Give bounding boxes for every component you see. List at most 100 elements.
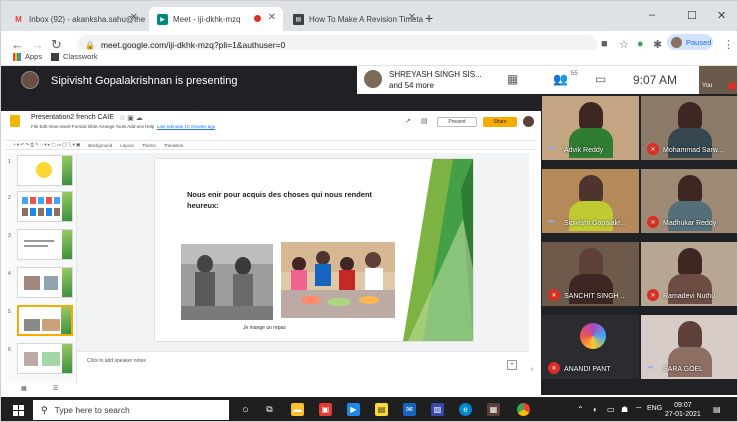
participant-tile[interactable]: ✕ SANCHIT SINGH ... — [542, 242, 639, 306]
emoji-icon — [36, 162, 52, 178]
participant-tile[interactable]: ••• SARA GOEL — [641, 315, 737, 379]
language-indicator[interactable]: ENG — [647, 405, 662, 412]
network-icon[interactable]: ⌔ — [635, 405, 643, 415]
speaker-notes[interactable]: Click to add speaker notes + — [77, 351, 529, 383]
slides-menu-bar: File Edit View Insert Format Slide Arran… — [31, 124, 215, 129]
activity-icon[interactable]: ↗ — [405, 117, 411, 125]
more-participants: and 54 more — [389, 81, 434, 90]
tray-chevron-icon[interactable]: ⌃ — [577, 405, 584, 414]
taskbar-clock[interactable]: 09:07 27-01-2021 — [665, 401, 701, 419]
bookmark-apps[interactable]: Apps — [13, 52, 42, 61]
document-title[interactable]: Presentation2 french CAIE — [31, 114, 114, 121]
participant-tile[interactable]: ✕ Mohammad Sarw... — [641, 96, 737, 160]
participant-name: ANANDI PANT — [564, 366, 611, 373]
photos-icon[interactable]: ▨ — [431, 403, 444, 416]
featured-participant-name: SHREYASH SINGH SIS... — [389, 70, 482, 79]
participant-tile[interactable]: ✕ ANANDI PANT — [542, 315, 639, 379]
mail-icon[interactable]: ✉ — [403, 403, 416, 416]
battery-icon[interactable]: ▭ — [607, 405, 615, 414]
view-toggle[interactable]: ▦ ☰ — [5, 383, 77, 395]
taskbar-search-box[interactable]: ⚲ Type here to search — [33, 400, 229, 420]
tab-revision-timetable[interactable]: ▤ How To Make A Revision Timetal ✕ — [285, 7, 423, 31]
participant-count: 55 — [571, 71, 578, 77]
tab-meet[interactable]: ▶ Meet - iji-dkhk-mzq ✕ — [149, 7, 283, 31]
slide-caption: Je mange un repas — [243, 325, 286, 331]
slides-header: Presentation2 french CAIE ☆ ▣ ☁ File Edi… — [1, 111, 541, 129]
people-icon[interactable]: 👥 — [553, 72, 568, 86]
share-button[interactable]: Share — [483, 117, 517, 127]
participant-tile[interactable]: ✕ Madhukar Reddy — [641, 169, 737, 233]
camera-icon[interactable]: ■ — [601, 38, 608, 50]
sticky-notes-icon[interactable]: ▤ — [375, 403, 388, 416]
self-view-tile[interactable]: You — [699, 66, 737, 94]
close-tab-icon[interactable]: ✕ — [408, 12, 416, 23]
minimize-button[interactable]: – — [649, 9, 655, 21]
tab-gmail-inbox[interactable]: M Inbox (92) - akanksha.sahu@the ✕ — [5, 7, 145, 31]
profile-paused-button[interactable]: Paused — [667, 34, 713, 50]
collapse-arrow-icon[interactable]: ‹ — [531, 366, 533, 373]
speaker-notes-placeholder: Click to add speaker notes — [87, 358, 146, 364]
file-explorer-icon[interactable]: ▬ — [291, 403, 304, 416]
participant-tile[interactable]: ✕ Ramadevi Nuthu — [641, 242, 737, 306]
browser-tab-strip: M Inbox (92) - akanksha.sahu@the ✕ ▶ Mee… — [1, 1, 737, 31]
slide-thumbnail[interactable] — [17, 191, 73, 222]
menu-items[interactable]: File Edit View Insert Format Slide Arran… — [31, 124, 154, 129]
presenting-text: Sipivisht Gopalakrishnan is presenting — [51, 75, 238, 87]
toolbar-icons[interactable]: + ▾ ↶ ↷ ⎙ ✎ ◌ ▾ ▸ ▢ ▭ ◯ ╲ ▾ ▣ — [13, 142, 80, 148]
edge-icon[interactable]: e — [459, 403, 472, 416]
chrome-icon[interactable] — [517, 403, 530, 416]
slide-thumbnail[interactable] — [17, 267, 73, 298]
participant-tile[interactable]: ••• Advik Reddy — [542, 96, 639, 160]
participant-face — [578, 102, 603, 130]
task-view-icon[interactable]: ⧉ — [263, 403, 276, 416]
extension-icon[interactable]: ● — [637, 38, 644, 50]
participant-name: SARA GOEL — [663, 366, 704, 373]
notifications-icon[interactable]: ▤ — [713, 405, 721, 414]
slide-filmstrip: 1 2 3 4 5 6 — [5, 153, 77, 383]
expand-explore-icon[interactable]: + — [507, 360, 517, 370]
toolbar-background[interactable]: Background — [88, 143, 112, 148]
new-tab-button[interactable]: + — [425, 10, 433, 26]
current-slide[interactable]: Nous enir pour acquis des choses qui nou… — [155, 159, 473, 341]
thumb-art — [24, 352, 38, 366]
tray-app-icon[interactable]: ◐ — [593, 405, 598, 414]
people-tray-icon[interactable]: ☗ — [621, 405, 628, 414]
grid-view-icon[interactable]: ▦ — [21, 385, 27, 392]
store-icon[interactable]: ▦ — [487, 403, 500, 416]
meet-stage: Sipivisht Gopalakrishnan is presenting S… — [1, 66, 737, 395]
toolbar-layout[interactable]: Layout — [120, 143, 134, 148]
office-icon[interactable]: ▣ — [319, 403, 332, 416]
participant-avatar — [580, 323, 606, 349]
mic-off-icon: ✕ — [647, 289, 659, 301]
windows-start-icon[interactable] — [13, 405, 24, 416]
comments-icon[interactable]: ▤ — [421, 117, 428, 125]
gmail-icon: M — [15, 14, 22, 24]
slide-thumbnail-selected[interactable] — [17, 305, 73, 336]
list-view-icon[interactable]: ☰ — [53, 385, 58, 392]
cortana-icon[interactable]: ○ — [239, 403, 252, 416]
slide-thumbnail[interactable] — [17, 229, 73, 260]
bookmark-classwork[interactable]: Classwork — [51, 52, 98, 61]
participant-face — [578, 248, 603, 276]
star-icon[interactable]: ☆ ▣ ☁ — [119, 114, 143, 122]
slide-body-text: Nous enir pour acquis des choses qui nou… — [187, 190, 373, 210]
close-tab-icon[interactable]: ✕ — [130, 12, 138, 23]
account-avatar[interactable] — [523, 116, 534, 127]
activities-icon[interactable]: ▦ — [507, 72, 518, 86]
maximize-button[interactable]: ☐ — [687, 9, 697, 22]
present-button[interactable]: Present — [437, 117, 477, 127]
last-edit-link[interactable]: Last edit was 10 minutes ago — [157, 124, 215, 129]
toolbar-transition[interactable]: Transition — [164, 143, 184, 148]
slide-thumbnail[interactable] — [17, 343, 73, 374]
toolbar-theme[interactable]: Theme — [142, 143, 156, 148]
chat-icon[interactable]: ▭ — [595, 72, 606, 86]
thumb-art — [22, 197, 62, 204]
url-text: meet.google.com/iji-dkhk-mzq?pli=1&authu… — [100, 40, 286, 50]
participant-tile[interactable]: ••• Sipivisht Gopalakr... — [542, 169, 639, 233]
close-window-button[interactable]: ✕ — [717, 9, 726, 22]
slide-thumbnail[interactable] — [17, 155, 73, 186]
shared-screen: Presentation2 french CAIE ☆ ▣ ☁ File Edi… — [1, 111, 541, 395]
thumb-art — [24, 240, 54, 242]
media-player-icon[interactable]: ▶ — [347, 403, 360, 416]
close-tab-icon[interactable]: ✕ — [268, 12, 276, 23]
